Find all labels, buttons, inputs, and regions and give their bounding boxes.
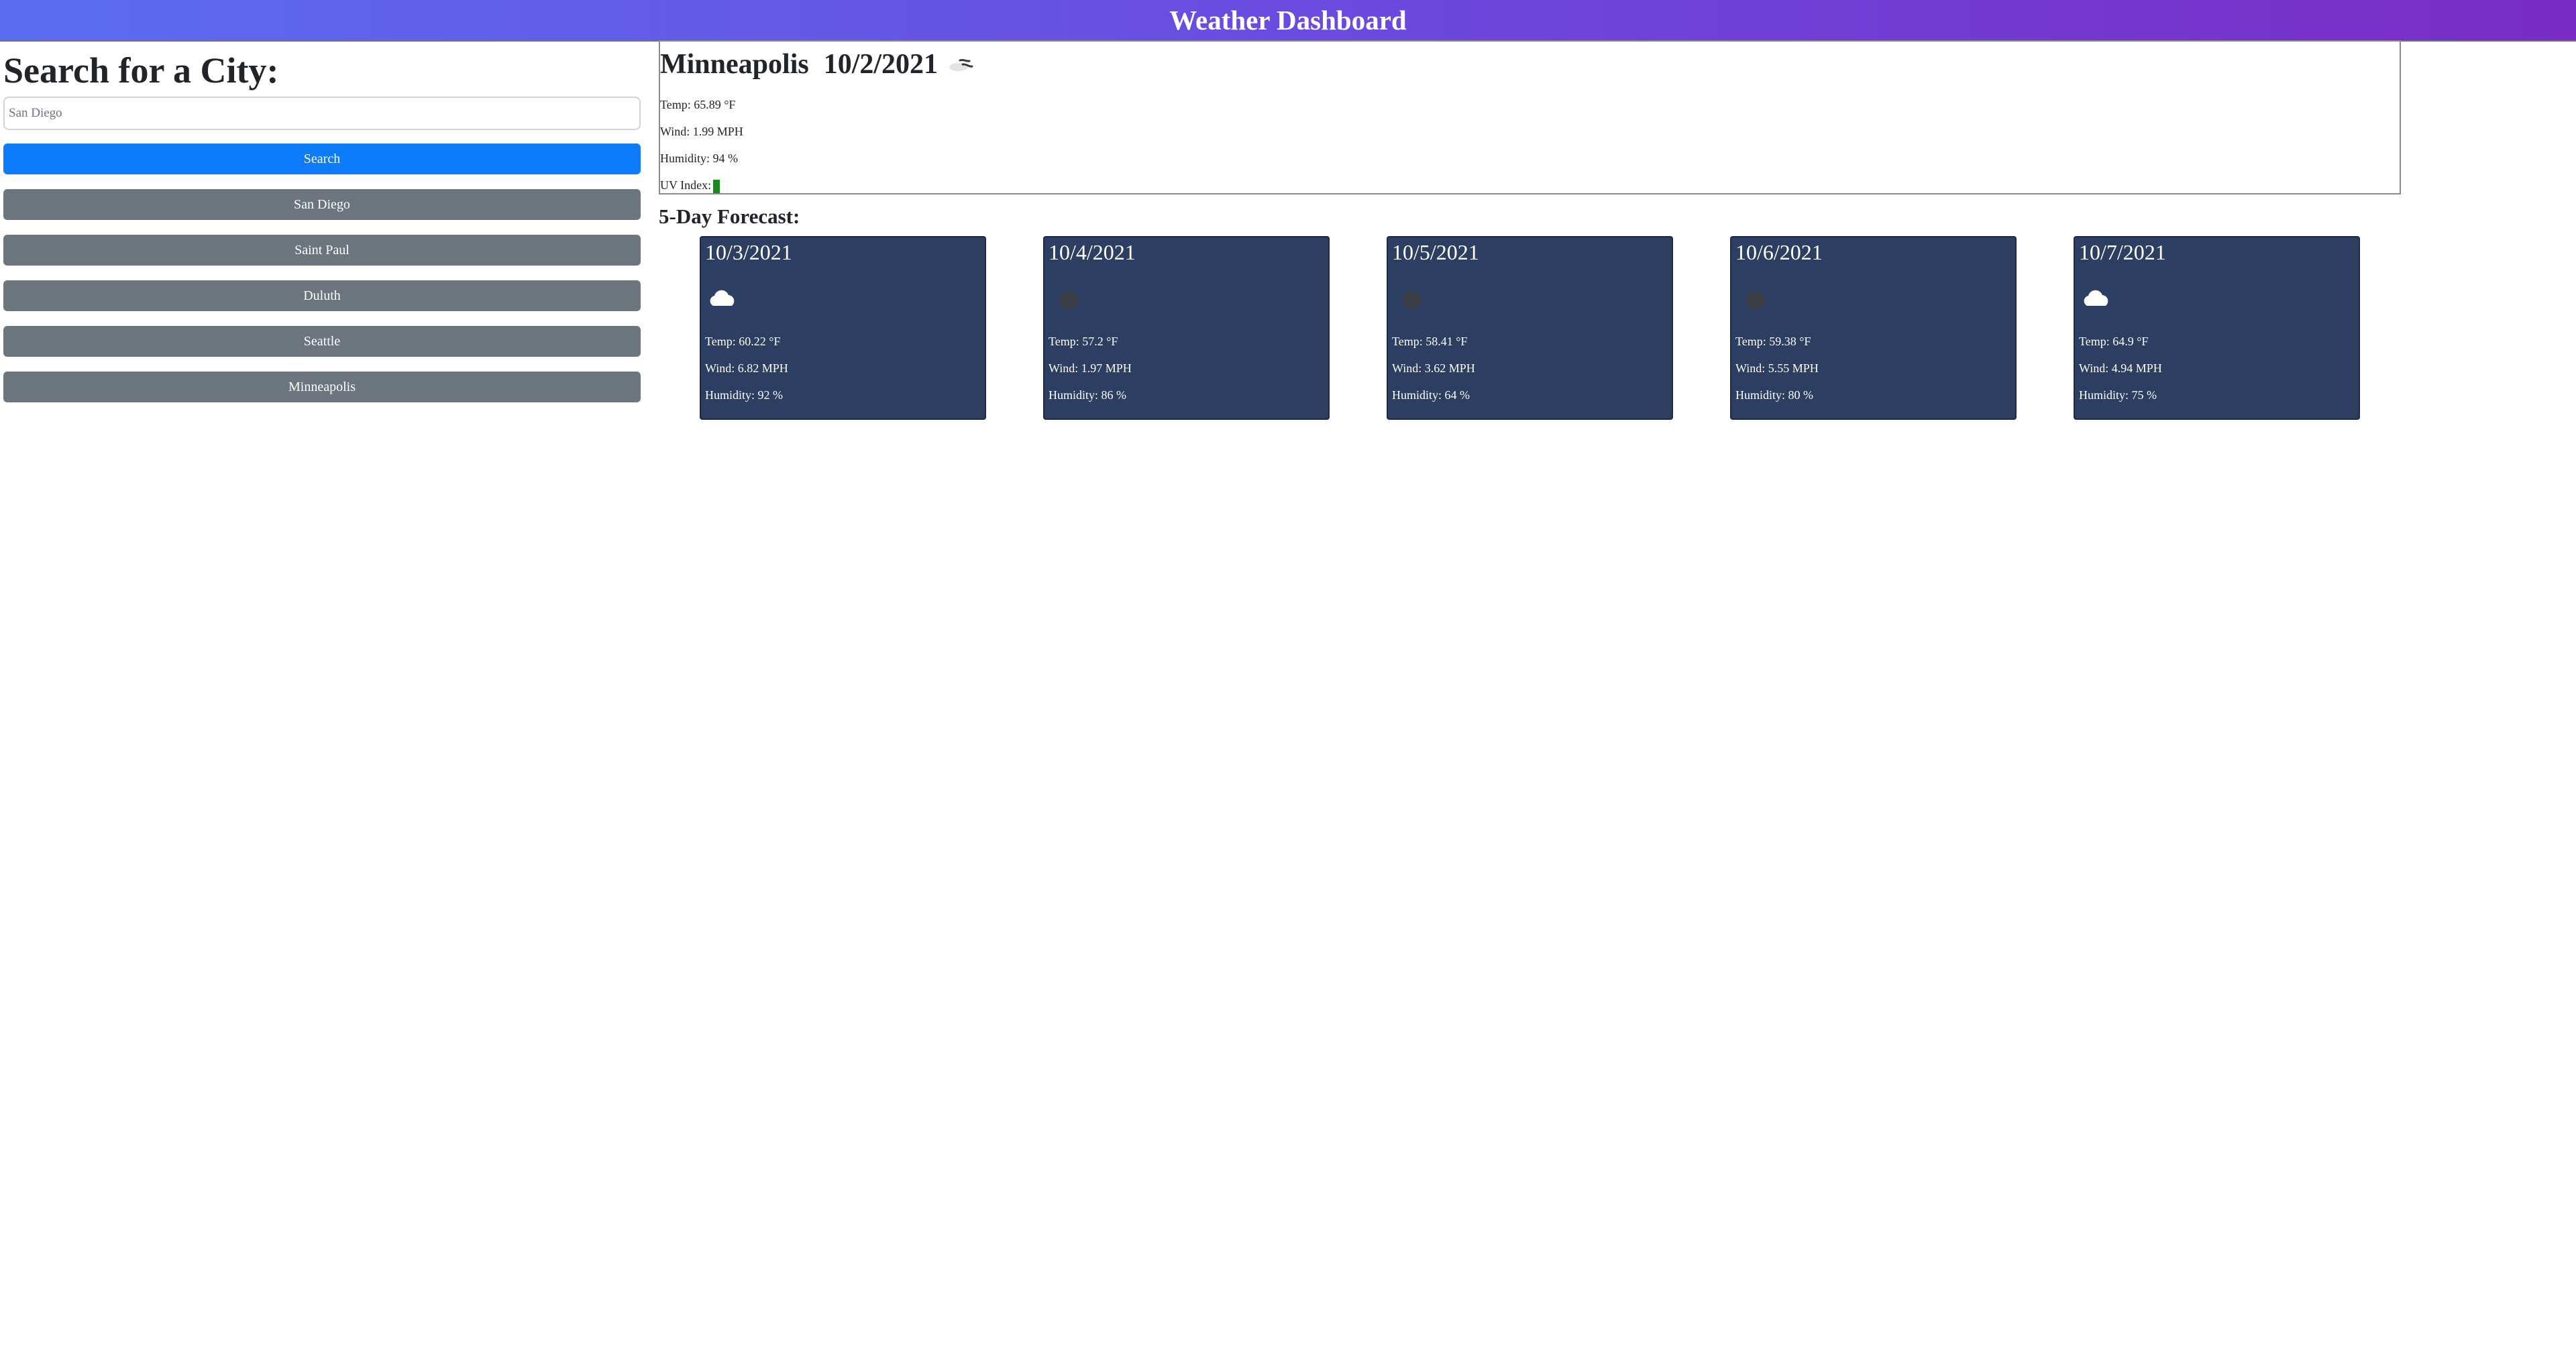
forecast-wind: Wind: 1.97 MPH [1049,361,1132,375]
wind-icon [945,52,979,79]
forecast-date: 10/6/2021 [1735,240,1823,264]
forecast-temp: Temp: 58.41 °F [1392,335,1468,348]
forecast-card: 10/3/2021 Temp: 60.22 °F Wind: 6.82 MPH … [700,236,986,420]
city-search-input[interactable] [3,97,641,130]
forecast-card: 10/5/2021 Temp: 58.41 °F Wind: 3.62 MPH … [1387,236,1673,420]
forecast-humidity: Humidity: 75 % [2079,388,2157,402]
rain-icon [1393,286,1426,313]
forecast-card: 10/7/2021 Temp: 64.9 °F Wind: 4.94 MPH H… [2074,236,2360,420]
forecast-card: 10/6/2021 Temp: 59.38 °F Wind: 5.55 MPH … [1730,236,2017,420]
current-wind: Wind: 1.99 MPH [660,125,743,138]
forecast-wind: Wind: 5.55 MPH [1735,361,1819,375]
current-uv: UV Index: [660,177,720,193]
cloud-icon [2080,286,2112,313]
forecast-wind: Wind: 6.82 MPH [705,361,788,375]
forecast-humidity: Humidity: 64 % [1392,388,1470,402]
search-button[interactable]: Search [3,144,641,174]
history-button-saint-paul[interactable]: Saint Paul [3,235,641,266]
forecast-temp: Temp: 59.38 °F [1735,335,1811,348]
rain-icon [1050,286,1082,313]
forecast-date: 10/4/2021 [1049,240,1136,264]
forecast-humidity: Humidity: 80 % [1735,388,1813,402]
current-date: 10/2/2021 [823,49,938,80]
current-weather-title: Minneapolis 10/2/2021 [660,46,938,83]
history-button-minneapolis[interactable]: Minneapolis [3,372,641,402]
forecast-temp: Temp: 60.22 °F [705,335,781,348]
current-temp: Temp: 65.89 °F [660,98,736,111]
uv-index-badge [713,179,720,193]
history-button-duluth[interactable]: Duluth [3,280,641,311]
forecast-date: 10/5/2021 [1392,240,1479,264]
current-weather-panel: Minneapolis 10/2/2021 Temp: 65.89 °F Wind… [659,40,2401,194]
current-city: Minneapolis [660,49,809,80]
forecast-humidity: Humidity: 86 % [1049,388,1126,402]
forecast-card: 10/4/2021 Temp: 57.2 °F Wind: 1.97 MPH H… [1043,236,1330,420]
rain-icon [1737,286,1769,313]
app-header: Weather Dashboard [0,0,2576,42]
current-humidity: Humidity: 94 % [660,152,738,165]
forecast-date: 10/7/2021 [2079,240,2166,264]
history-button-san-diego[interactable]: San Diego [3,189,641,220]
forecast-date: 10/3/2021 [705,240,792,264]
forecast-temp: Temp: 57.2 °F [1049,335,1118,348]
forecast-humidity: Humidity: 92 % [705,388,783,402]
history-button-seattle[interactable]: Seattle [3,326,641,357]
forecast-wind: Wind: 4.94 MPH [2079,361,2162,375]
app-title: Weather Dashboard [1169,5,1407,36]
cloud-icon [706,286,739,313]
forecast-title: 5-Day Forecast: [659,205,800,228]
search-heading: Search for a City: [3,50,279,91]
search-sidebar: Search for a City: Search San Diego Sain… [3,48,641,402]
forecast-temp: Temp: 64.9 °F [2079,335,2149,348]
uv-label: UV Index: [660,178,712,192]
forecast-wind: Wind: 3.62 MPH [1392,361,1475,375]
